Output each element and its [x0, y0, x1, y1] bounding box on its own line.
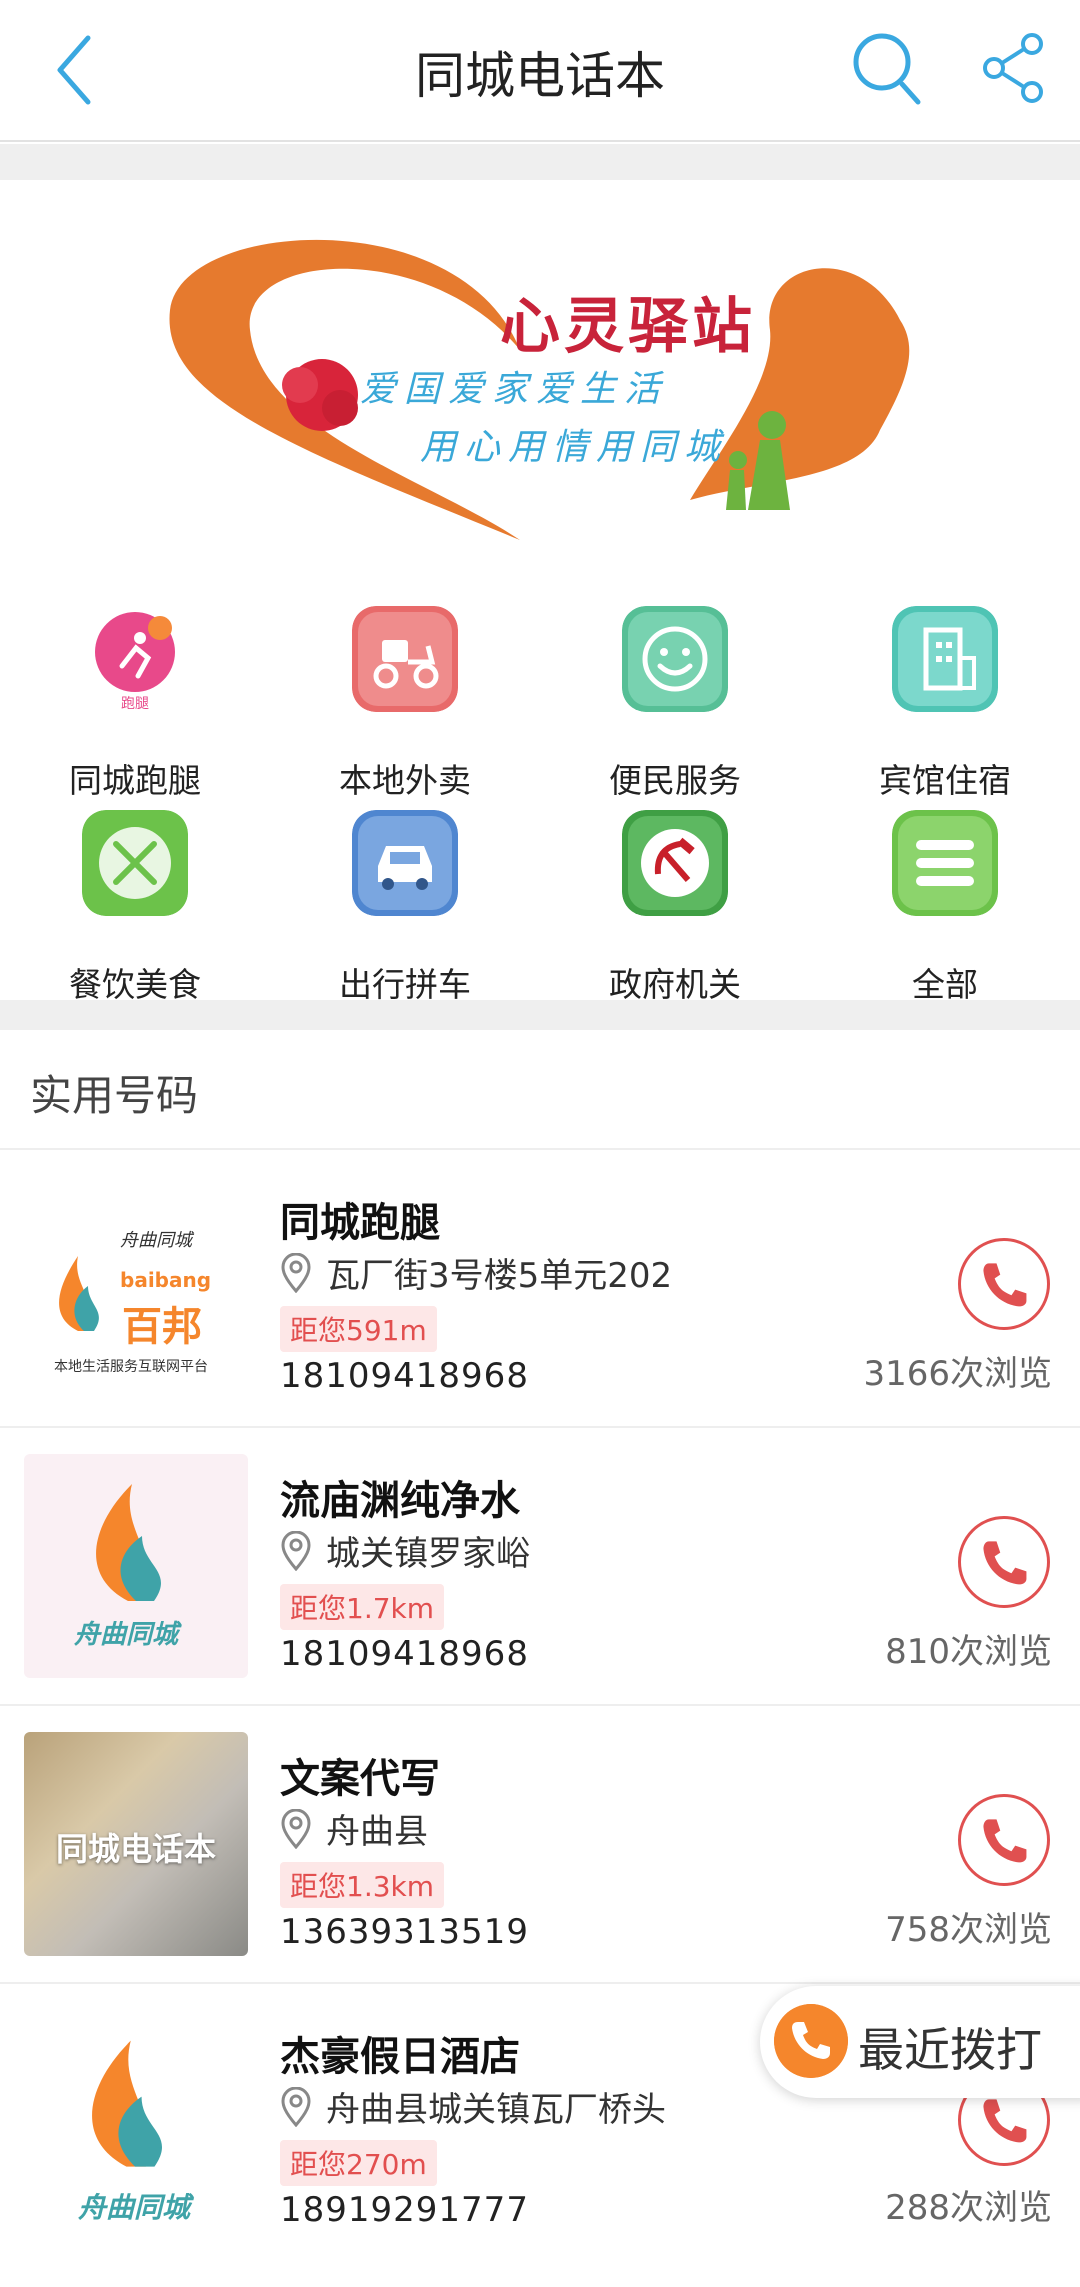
- banner-title: 心灵驿站: [500, 292, 756, 362]
- view-count: 3166次浏览: [863, 1354, 1052, 1394]
- listing-name: 杰豪假日酒店: [280, 2034, 520, 2080]
- distance-badge: 距您1.3km: [280, 1862, 445, 1908]
- section-gap: [0, 1000, 1080, 1030]
- address-text: 舟曲县: [326, 1812, 428, 1852]
- distance-badge: 距您270m: [280, 2140, 437, 2186]
- phone-number: 18109418968: [280, 1634, 529, 1674]
- view-count: 758次浏览: [885, 1910, 1052, 1950]
- category-all[interactable]: 全部: [810, 810, 1080, 1010]
- thumb-brand-cn: 百邦: [122, 1303, 202, 1350]
- thumb-caption: 舟曲同城: [120, 1230, 192, 1251]
- flame-logo-icon: [92, 2040, 162, 2167]
- hammer-sickle-icon: [622, 810, 728, 916]
- fork-knife-icon: [82, 810, 188, 916]
- listing-thumbnail: 舟曲同城 baibang 百邦 本地生活服务互联网平台: [24, 1176, 248, 1400]
- category-label: 出行拼车: [339, 965, 471, 1004]
- section-title: 实用号码: [30, 1071, 199, 1120]
- errand-icon: 跑腿: [95, 612, 175, 712]
- listing-thumbnail: 同城电话本: [24, 1732, 248, 1956]
- category-errand[interactable]: 跑腿 同城跑腿: [0, 606, 270, 806]
- scooter-icon: [352, 606, 458, 712]
- address-text: 瓦厂街3号楼5单元202: [326, 1256, 673, 1296]
- distance-badge: 距您591m: [280, 1306, 437, 1352]
- phone-call-icon[interactable]: [958, 1794, 1050, 1886]
- listing-name: 同城跑腿: [280, 1200, 440, 1246]
- listing-address: 城关镇罗家峪: [280, 1526, 530, 1575]
- category-hotel[interactable]: 宾馆住宿: [810, 606, 1080, 806]
- view-count: 810次浏览: [885, 1632, 1052, 1672]
- listing-address: 舟曲县城关镇瓦厂桥头: [280, 2082, 666, 2131]
- thumb-subtitle: 本地生活服务互联网平台: [54, 1359, 208, 1375]
- category-label: 本地外卖: [339, 761, 471, 800]
- location-pin-icon: [281, 2086, 311, 2127]
- category-food[interactable]: 餐饮美食: [0, 810, 270, 1010]
- phone-number: 18919291777: [280, 2190, 529, 2230]
- listing-thumbnail: 舟曲同城: [24, 1454, 248, 1678]
- address-text: 城关镇罗家峪: [326, 1534, 530, 1574]
- category-label: 政府机关: [609, 965, 741, 1004]
- category-label: 宾馆住宿: [879, 761, 1011, 800]
- listing-name: 流庙渊纯净水: [280, 1478, 520, 1524]
- thumb-brand-en: baibang: [120, 1268, 212, 1292]
- address-text: 舟曲县城关镇瓦厂桥头: [326, 2090, 666, 2130]
- category-label: 便民服务: [609, 761, 741, 800]
- flame-logo-icon: [59, 1256, 99, 1331]
- building-icon: [892, 606, 998, 712]
- category-government[interactable]: 政府机关: [540, 810, 810, 1010]
- location-pin-icon: [281, 1252, 311, 1293]
- list-item[interactable]: 同城电话本 文案代写 舟曲县 距您1.3km 13639313519 758次浏…: [0, 1706, 1080, 1982]
- category-carpool[interactable]: 出行拼车: [270, 810, 540, 1010]
- flame-logo-icon: [96, 1484, 161, 1601]
- phone-number: 18109418968: [280, 1356, 529, 1396]
- listing-thumbnail: 舟曲同城: [24, 2010, 248, 2234]
- category-convenience[interactable]: 便民服务: [540, 606, 810, 806]
- car-icon: [352, 810, 458, 916]
- category-grid: 跑腿 同城跑腿 本地外卖 便民服务 宾馆住宿 餐饮美食 出行拼车 政府机关 全部: [0, 580, 1080, 1001]
- thumb-brand-cn: 舟曲同城: [74, 1620, 179, 1650]
- category-takeaway[interactable]: 本地外卖: [270, 606, 540, 806]
- share-icon[interactable]: [980, 30, 1046, 106]
- banner-slogan-1: 爱国爱家爱生活: [360, 369, 669, 410]
- top-bar: 同城电话本: [0, 0, 1080, 142]
- listing-address: 瓦厂街3号楼5单元202: [280, 1248, 672, 1297]
- location-pin-icon: [281, 1808, 311, 1849]
- thumb-brand-cn: 同城电话本: [55, 1830, 216, 1868]
- errand-badge: 跑腿: [121, 696, 149, 712]
- phone-call-icon[interactable]: [958, 1516, 1050, 1608]
- banner-slogan-2: 用心用情用同城: [420, 427, 729, 468]
- phone-number: 13639313519: [280, 1912, 529, 1952]
- recent-calls-label: 最近拨打: [858, 2023, 1042, 2077]
- category-label: 餐饮美食: [69, 965, 201, 1004]
- list-item[interactable]: 舟曲同城 流庙渊纯净水 城关镇罗家峪 距您1.7km 18109418968 8…: [0, 1428, 1080, 1704]
- menu-icon: [892, 810, 998, 916]
- phone-call-icon[interactable]: [958, 1238, 1050, 1330]
- listing-name: 文案代写: [280, 1756, 440, 1802]
- category-label: 全部: [912, 965, 978, 1004]
- list-item[interactable]: 舟曲同城 baibang 百邦 本地生活服务互联网平台 同城跑腿 瓦厂街3号楼5…: [0, 1150, 1080, 1426]
- banner[interactable]: 心灵驿站 爱国爱家爱生活 用心用情用同城: [0, 180, 1080, 580]
- thumb-brand-cn: 舟曲同城: [78, 2191, 191, 2224]
- distance-badge: 距您1.7km: [280, 1584, 445, 1630]
- phone-icon: [774, 2004, 848, 2078]
- listing-address: 舟曲县: [280, 1804, 428, 1853]
- smile-icon: [622, 606, 728, 712]
- recent-calls-button[interactable]: 最近拨打: [760, 1986, 1080, 2098]
- location-pin-icon: [281, 1530, 311, 1571]
- search-icon[interactable]: [850, 28, 924, 108]
- view-count: 288次浏览: [885, 2188, 1052, 2228]
- category-label: 同城跑腿: [69, 761, 201, 800]
- header-divider: [0, 144, 1080, 180]
